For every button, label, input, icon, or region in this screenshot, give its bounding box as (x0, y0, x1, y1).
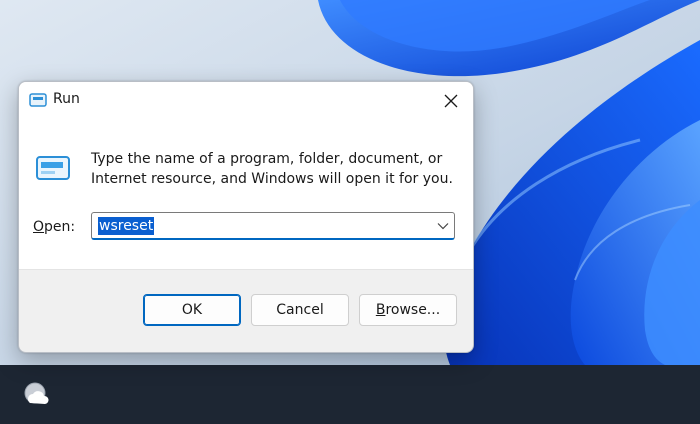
open-label-text: pen: (44, 219, 76, 235)
cancel-button[interactable]: Cancel (251, 294, 349, 326)
weather-icon[interactable] (20, 379, 52, 411)
open-input[interactable]: wsreset (98, 217, 155, 235)
dialog-title: Run (53, 91, 80, 107)
dialog-body: Type the name of a program, folder, docu… (19, 119, 473, 270)
run-app-icon (36, 156, 70, 180)
browse-accesskey: B (375, 302, 386, 318)
run-app-icon (29, 93, 47, 107)
close-button[interactable] (433, 86, 469, 116)
open-label-accesskey: O (33, 219, 45, 235)
taskbar (0, 365, 700, 424)
open-combobox[interactable]: wsreset (91, 212, 455, 240)
chevron-down-icon (437, 223, 449, 230)
desktop: Run Type the name of a program, folder, … (0, 0, 700, 424)
title-bar[interactable]: Run (19, 82, 473, 119)
dialog-description: Type the name of a program, folder, docu… (91, 151, 453, 187)
close-icon (444, 94, 458, 108)
run-dialog: Run Type the name of a program, folder, … (18, 81, 474, 353)
browse-button[interactable]: Browse... (359, 294, 457, 326)
dropdown-button[interactable] (436, 219, 450, 233)
open-label: Open: (33, 219, 75, 235)
browse-label: rowse... (385, 302, 441, 318)
ok-button[interactable]: OK (143, 294, 241, 326)
